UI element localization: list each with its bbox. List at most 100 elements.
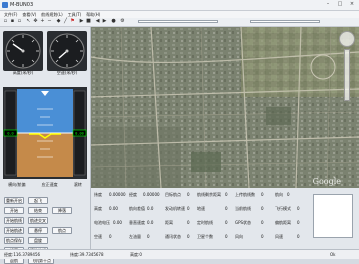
attitude-label-speed: 应正速度 [41,182,58,187]
param-label: 航线剩余距离 [197,192,221,197]
menu-route[interactable]: 航线规划(L) [41,11,62,18]
param-value: 0 [261,192,264,197]
param-label: 纬度 [94,192,102,197]
param-label: 左油量 [129,234,141,239]
hover-button[interactable]: 悬停 [28,227,48,234]
menu-view[interactable]: 查看(V) [22,11,36,18]
airspeed-dial [47,31,87,71]
track-cross-button[interactable]: 航迹交叉 [28,217,48,224]
start-button[interactable]: 开始 [4,207,24,214]
restart-button[interactable]: 重新开启 [4,197,24,204]
param-value: 0 [187,192,190,197]
param-value: 0 [225,206,228,211]
param-value: 0.0 [147,206,154,211]
next-icon[interactable]: ▶ [102,19,107,24]
param-label: GPS状态 [235,220,252,225]
param-value: 0 [261,234,264,239]
save-icon[interactable]: ▫ [17,19,22,24]
param-value: 0 [187,234,190,239]
param-value: 0.0 [147,220,154,225]
param-label: 卫星个数 [197,234,213,239]
window-title: M-BUN03 [10,2,34,8]
circle-button[interactable]: 盘旋 [28,237,48,244]
land-button[interactable]: 降落 [52,207,72,214]
close-button[interactable]: × [347,1,357,8]
map-zoom-slider[interactable] [344,49,350,101]
altitude-gauge: 高度(米/秒) [1,27,45,79]
param-value: 0 [287,192,290,197]
param-label: 距离 [165,220,173,225]
map-credit: Google [312,177,341,186]
end-button[interactable]: 结束 [28,207,48,214]
pan-icon[interactable]: ✥ [33,19,38,24]
param-label: 高度 [94,206,102,211]
param-value: 0 [297,220,300,225]
play-icon[interactable]: ▶ [79,19,84,24]
param-label: 风速 [275,234,283,239]
menu-file[interactable]: 文件(F) [4,11,17,18]
param-value: 0 [225,220,228,225]
settings-icon[interactable]: ⚙ [120,19,125,24]
map-pan-control[interactable] [339,31,355,47]
attitude-indicator: 0.0 0.00 [3,87,87,179]
altitude-gauge-label: 高度(米/秒) [12,70,34,75]
param-value: 0.00000 [109,192,126,197]
log-box[interactable] [313,194,353,238]
new-icon[interactable]: ▫ [3,19,8,24]
record-icon[interactable]: ● [111,19,116,24]
left-scale-value: 0.0 [7,132,13,136]
status-longitude: 经度:116.3789456 [4,252,41,257]
waypoint-button[interactable]: 航点 [52,227,72,234]
status-extra: Ok [330,252,336,257]
param-value: 0.00 [113,220,122,225]
prev-icon[interactable]: ◀ [95,19,100,24]
param-value: 0 [225,234,228,239]
param-label: 目标航点 [165,192,181,197]
param-label: 定时航线 [197,220,213,225]
attitude-label-roll: 滚转 [73,182,82,187]
stop-icon[interactable]: ■ [86,19,91,24]
param-label: 地速 [197,206,205,211]
waypoint-icon[interactable]: ◆ [56,19,61,24]
zoom-slider[interactable] [250,20,320,23]
open-icon[interactable]: ▪ [10,19,15,24]
altitude-dial [3,31,43,71]
cursor-icon[interactable]: ↖ [26,19,31,24]
menu-tools[interactable]: 工具(T) [68,11,82,18]
telemetry-panel: 纬度 0.00000 经度 0.00000 目标航点 0 航线剩余距离 0 上传… [91,188,359,249]
airspeed-gauge: 空速(米/秒) [45,27,89,79]
param-value: 0 [261,206,264,211]
zoom-out-icon[interactable]: − [47,19,52,24]
param-value: 0 [109,234,112,239]
param-label: 垂直速度 [129,220,145,225]
takeoff-button[interactable]: 起飞 [28,197,48,204]
param-label: 航向差值 [129,206,145,211]
param-value: 0 [187,220,190,225]
satellite-map[interactable]: Google [91,27,359,188]
toolbar: ▫ ▪ ▫ ↖ ✥ + − ◆ ╱ ⚑ ▶ ■ ◀ ▶ ● ⚙ [0,18,359,27]
param-label: 飞行模式 [275,206,291,211]
param-label: 偏航距离 [275,220,291,225]
param-label: 上传航线数 [235,192,255,197]
maximize-button[interactable]: □ [335,1,345,8]
start-route-button[interactable]: 开始航线 [4,217,24,224]
param-value: 0 [147,234,150,239]
param-label: 空速 [94,234,102,239]
menu-help[interactable]: 帮助(H) [86,11,100,18]
param-value: 0 [187,206,190,211]
playback-slider[interactable] [138,20,218,23]
airspeed-gauge-label: 空速(米/秒) [56,70,78,75]
param-value: 0 [297,234,300,239]
minimize-button[interactable]: – [323,1,333,8]
status-altitude: 高度:0 [130,252,142,257]
zoom-in-icon[interactable]: + [40,19,45,24]
status-latitude: 纬度:39.7345678 [70,252,104,257]
start-track-button[interactable]: 开始航迹 [4,227,24,234]
param-label: 当前航线 [235,206,251,211]
line-icon[interactable]: ╱ [63,19,68,24]
param-value: 0.00 [109,206,118,211]
flag-icon[interactable]: ⚑ [70,19,75,24]
param-label: 发动机转速 [165,206,185,211]
save-waypoint-button[interactable]: 航点保存 [4,237,24,244]
title-bar: M-BUN03 – □ × [0,0,359,11]
